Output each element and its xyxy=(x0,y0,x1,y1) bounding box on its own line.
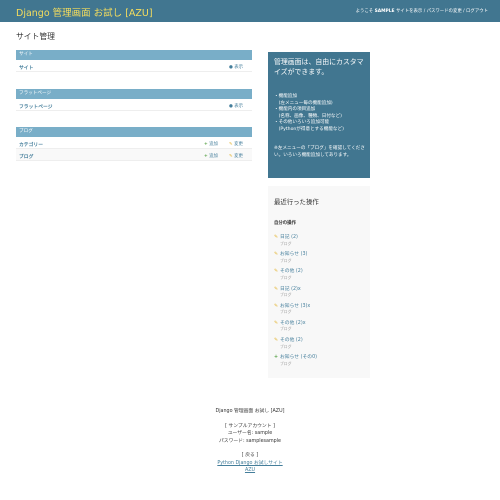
recent-action-item: ✎ その他 (2)x ブログ xyxy=(274,319,317,336)
plus-icon: + xyxy=(204,153,208,159)
recent-action-type: ブログ xyxy=(280,360,292,366)
footer: Django 管理画面 お試し [AZU] [ サンプルアカウント ] ユーザー… xyxy=(0,408,500,475)
info-title: 管理画面は、自由にカスタマイズができます。 xyxy=(274,58,364,76)
recent-action-item: + お知らせ (その0) ブログ xyxy=(274,353,317,370)
user-tools: ようこそ SAMPLE サイトを表示 / パスワードの変更 / ログアウト xyxy=(356,8,488,14)
recent-action-link[interactable]: + お知らせ (その0) xyxy=(274,353,317,360)
view-site-link[interactable]: サイトを表示 xyxy=(396,9,422,14)
model-row-blog: ブログ + 追加 ✎ 変更 xyxy=(16,149,252,161)
footer-link-azu[interactable]: AZU xyxy=(0,467,500,475)
module-blog: ブログ カテゴリー + 追加 ✎ 変更 ブログ + 追加 ✎ 変更 xyxy=(16,127,252,161)
footer-site-name: Django 管理画面 お試し [AZU] xyxy=(215,409,285,414)
recent-action-link[interactable]: ✎ 日記 (2)x xyxy=(274,285,317,292)
recent-action-type: ブログ xyxy=(280,309,292,315)
model-link-sites[interactable]: サイト xyxy=(19,64,33,71)
module-caption-sites[interactable]: サイト xyxy=(16,50,252,60)
header-bar: Django 管理画面 お試し [AZU] ようこそ SAMPLE サイトを表示… xyxy=(0,0,500,22)
view-link[interactable]: ● 表示 xyxy=(229,64,243,70)
pencil-icon: ✎ xyxy=(229,141,233,147)
footer-username: ユーザー名: sample xyxy=(227,431,273,436)
recent-action-link[interactable]: ✎ その他 (2) xyxy=(274,267,317,274)
info-item: (Pythonが得意とする機能など) xyxy=(274,126,344,132)
model-row-flatpages: フラットページ ● 表示 xyxy=(16,99,252,111)
recent-action-item: ✎ 日記 (2) ブログ xyxy=(274,233,317,250)
module-caption-blog[interactable]: ブログ xyxy=(16,127,252,137)
separator: / xyxy=(463,9,465,14)
welcome-text: ようこそ xyxy=(355,9,374,14)
view-link[interactable]: ● 表示 xyxy=(229,103,243,109)
recent-action-link[interactable]: ✎ お知らせ (3)x xyxy=(274,302,317,309)
plus-icon: + xyxy=(204,141,208,147)
eye-icon: ● xyxy=(229,103,233,109)
change-link[interactable]: ✎ 変更 xyxy=(229,153,243,159)
my-actions-heading: 自分の操作 xyxy=(274,221,296,226)
recent-actions-list: ✎ 日記 (2) ブログ ✎ お知らせ (3) ブログ ✎ その他 (2) ブログ ✎ 日記 (2)… xyxy=(274,233,317,371)
add-link[interactable]: + 追加 xyxy=(204,141,218,147)
recent-action-link[interactable]: ✎ お知らせ (3) xyxy=(274,250,317,257)
recent-actions-panel: 最近行った操作 自分の操作 ✎ 日記 (2) ブログ ✎ お知らせ (3) ブログ ✎ その他… xyxy=(268,186,370,378)
recent-action-link[interactable]: ✎ その他 (2) xyxy=(274,336,317,343)
model-link-blog[interactable]: ブログ xyxy=(19,153,33,160)
recent-actions-title: 最近行った操作 xyxy=(274,198,319,206)
username: SAMPLE xyxy=(374,9,395,14)
change-password-link[interactable]: パスワードの変更 xyxy=(427,9,462,14)
add-link[interactable]: + 追加 xyxy=(204,153,218,159)
recent-action-type: ブログ xyxy=(280,240,292,246)
eye-icon: ● xyxy=(229,64,233,70)
change-link[interactable]: ✎ 変更 xyxy=(229,141,243,147)
separator: / xyxy=(423,9,426,14)
recent-action-link[interactable]: ✎ その他 (2)x xyxy=(274,319,317,326)
recent-action-link[interactable]: ✎ 日記 (2) xyxy=(274,233,317,240)
module-sites: サイト サイト ● 表示 xyxy=(16,50,252,72)
recent-action-item: ✎ 日記 (2)x ブログ xyxy=(274,285,317,302)
recent-action-item: ✎ その他 (2) ブログ xyxy=(274,267,317,284)
info-note: ※左メニューの「ブログ」を確認してください。いろいろ機能追加してあります。 xyxy=(274,146,365,158)
recent-action-item: ✎ お知らせ (3)x ブログ xyxy=(274,302,317,319)
model-row-sites: サイト ● 表示 xyxy=(16,60,252,72)
footer-sample-account: [ サンプルアカウント ] xyxy=(225,423,275,429)
model-row-category: カテゴリー + 追加 ✎ 変更 xyxy=(16,137,252,149)
model-link-flatpages[interactable]: フラットページ xyxy=(19,103,52,110)
recent-action-item: ✎ その他 (2) ブログ xyxy=(274,336,317,353)
recent-action-type: ブログ xyxy=(280,292,292,298)
recent-action-type: ブログ xyxy=(280,257,292,263)
info-list: ・機能追加 (左メニュー毎の機能追加) ・機能内の項目追加 (名称、画像、種類、… xyxy=(274,94,368,133)
recent-action-type: ブログ xyxy=(280,343,292,349)
footer-back: [ 戻る ] xyxy=(241,453,259,458)
recent-action-item: ✎ お知らせ (3) ブログ xyxy=(274,250,317,267)
site-branding[interactable]: Django 管理画面 お試し [AZU] xyxy=(16,5,153,19)
info-box: 管理画面は、自由にカスタマイズができます。 ・機能追加 (左メニュー毎の機能追加… xyxy=(268,52,370,178)
pencil-icon: ✎ xyxy=(229,153,233,159)
page-title: サイト管理 xyxy=(16,32,55,41)
logout-link[interactable]: ログアウト xyxy=(466,9,488,14)
recent-action-type: ブログ xyxy=(280,274,292,280)
footer-password: パスワード: samplesample xyxy=(218,438,281,444)
recent-action-type: ブログ xyxy=(280,326,292,332)
footer-link-python-django[interactable]: Python Django お試しサイト xyxy=(0,460,500,468)
model-link-category[interactable]: カテゴリー xyxy=(19,141,43,148)
module-flatpages: フラットページ フラットページ ● 表示 xyxy=(16,89,252,111)
module-caption-flatpages[interactable]: フラットページ xyxy=(16,89,252,99)
